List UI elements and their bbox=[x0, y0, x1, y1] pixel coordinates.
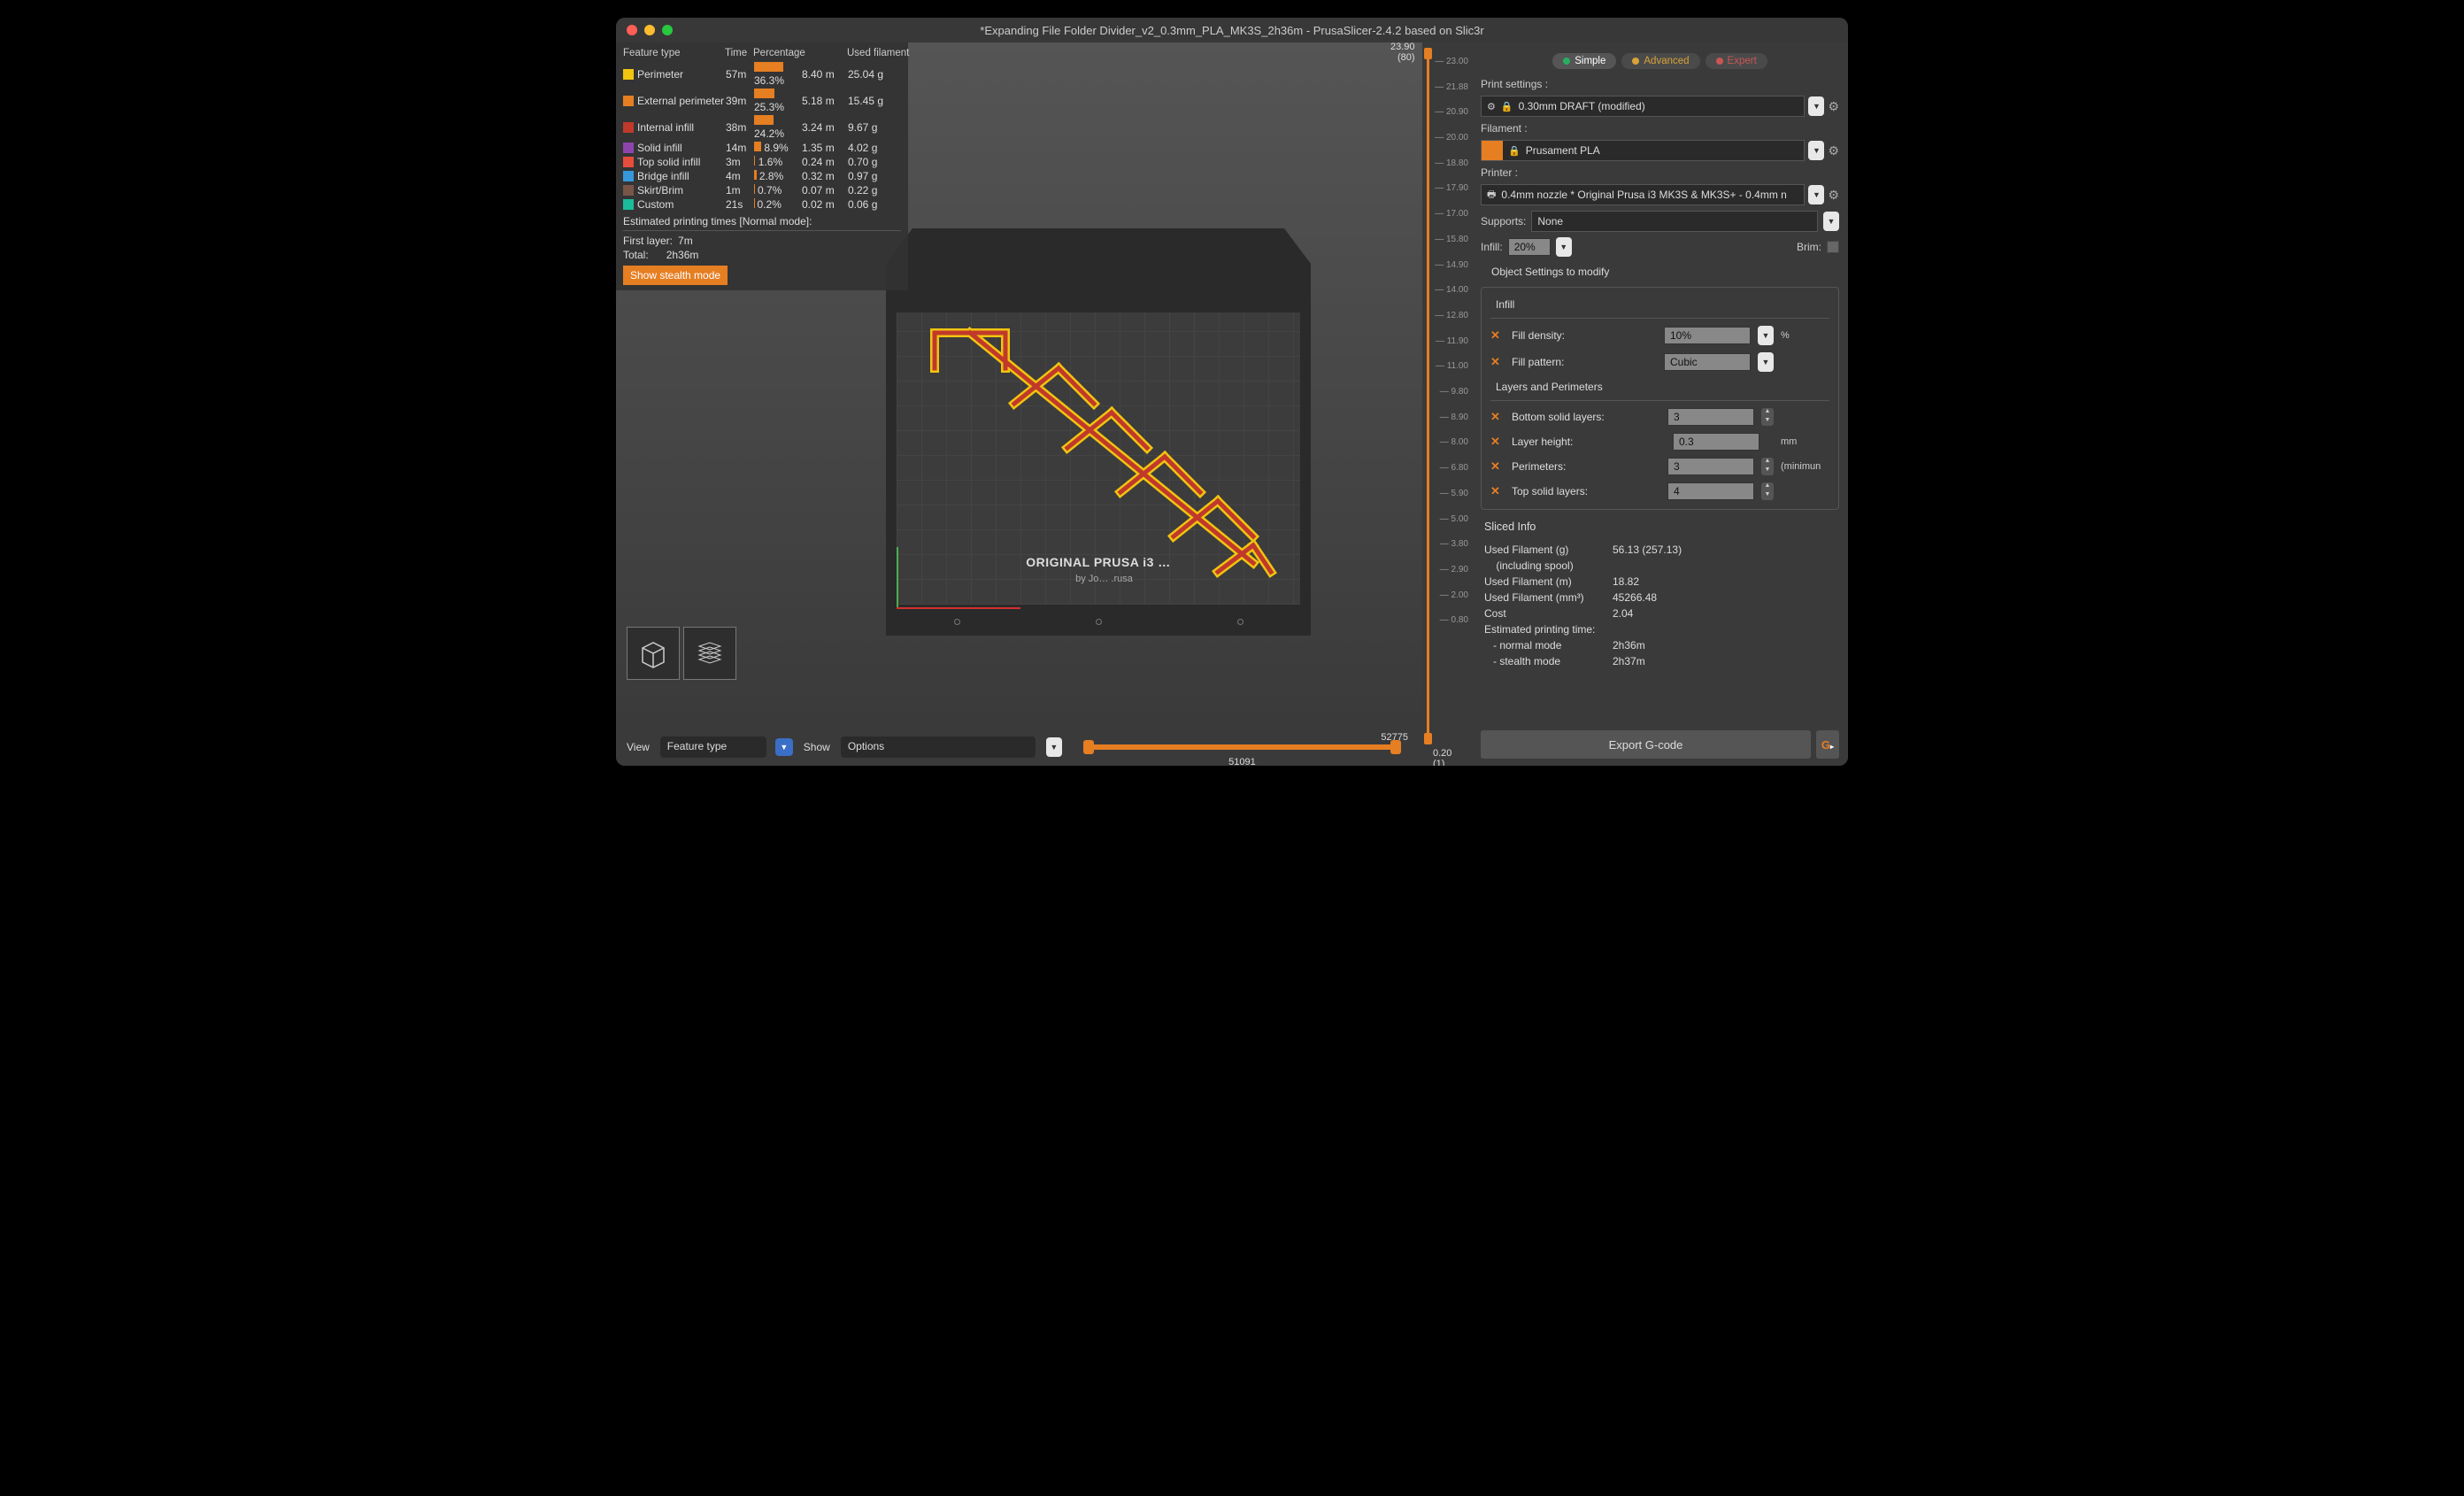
color-swatch bbox=[623, 185, 634, 196]
stats-row: Internal infill 38m 24.2% 3.24 m 9.67 g bbox=[623, 114, 901, 141]
stats-row: Skirt/Brim 1m 0.7% 0.07 m 0.22 g bbox=[623, 183, 901, 197]
spinner[interactable]: ▲▼ bbox=[1761, 458, 1774, 475]
right-panel: Simple Advanced Expert Print settings : … bbox=[1472, 42, 1848, 766]
sliced-info: Used Filament (g)56.13 (257.13) (includi… bbox=[1481, 542, 1839, 669]
mode-simple[interactable]: Simple bbox=[1552, 53, 1616, 69]
chevron-down-icon[interactable]: ▼ bbox=[1808, 141, 1824, 160]
print-settings-select[interactable]: ⚙🔒0.30mm DRAFT (modified) bbox=[1481, 96, 1805, 117]
mode-selector: Simple Advanced Expert bbox=[1481, 53, 1839, 69]
layer-slider[interactable]: 23.90(80) — 23.00— 21.88— 20.90— 20.00— … bbox=[1422, 42, 1472, 766]
color-swatch bbox=[623, 96, 634, 106]
stats-row: Custom 21s 0.2% 0.02 m 0.06 g bbox=[623, 197, 901, 212]
bottom-bar: View Feature type ▼ Show Options ▼ 52775… bbox=[616, 729, 1422, 766]
color-swatch bbox=[623, 122, 634, 133]
stats-header: Feature type Time Percentage Used filame… bbox=[623, 48, 901, 58]
revert-icon[interactable]: ✕ bbox=[1490, 355, 1505, 369]
model-preview bbox=[917, 315, 1289, 634]
show-stealth-button[interactable]: Show stealth mode bbox=[623, 266, 728, 285]
view-label: View bbox=[627, 741, 650, 753]
chevron-down-icon[interactable]: ▼ bbox=[1758, 352, 1774, 372]
app-window: *Expanding File Folder Divider_v2_0.3mm_… bbox=[616, 18, 1848, 766]
gear-icon: ⚙ bbox=[1487, 101, 1496, 112]
titlebar: *Expanding File Folder Divider_v2_0.3mm_… bbox=[616, 18, 1848, 42]
object-settings-title: Object Settings to modify bbox=[1491, 266, 1839, 278]
view-mode-buttons bbox=[627, 627, 736, 680]
stats-panel: Feature type Time Percentage Used filame… bbox=[616, 42, 908, 290]
chevron-down-icon[interactable]: ▼ bbox=[1556, 237, 1572, 257]
brim-label: Brim: bbox=[1797, 241, 1821, 253]
stats-row: Bridge infill 4m 2.8% 0.32 m 0.97 g bbox=[623, 169, 901, 183]
bed-sublabel: by Jo… .rusa bbox=[1075, 574, 1133, 584]
infill-label: Infill: bbox=[1481, 241, 1503, 253]
chevron-down-icon[interactable]: ▼ bbox=[1046, 737, 1062, 757]
minimize-icon[interactable] bbox=[644, 25, 655, 35]
color-swatch bbox=[623, 199, 634, 210]
spinner[interactable]: ▲▼ bbox=[1761, 408, 1774, 426]
horizontal-slider[interactable]: 52775 51091 bbox=[1083, 744, 1401, 750]
layer-height-input[interactable] bbox=[1673, 433, 1759, 451]
stats-row: Solid infill 14m 8.9% 1.35 m 4.02 g bbox=[623, 141, 901, 155]
gear-icon[interactable]: ⚙ bbox=[1828, 188, 1839, 203]
stats-row: Perimeter 57m 36.3% 8.40 m 25.04 g bbox=[623, 61, 901, 88]
main-area: Feature type Time Percentage Used filame… bbox=[616, 42, 1848, 766]
export-gcode-menu-button[interactable]: G▸ bbox=[1816, 730, 1839, 759]
view-3d-button[interactable] bbox=[627, 627, 680, 680]
estimated-times: Estimated printing times [Normal mode]: … bbox=[623, 215, 901, 262]
gear-icon[interactable]: ⚙ bbox=[1828, 143, 1839, 158]
show-select[interactable]: Options bbox=[841, 736, 1036, 758]
show-label: Show bbox=[804, 741, 830, 753]
brim-checkbox[interactable] bbox=[1827, 241, 1839, 253]
chevron-down-icon[interactable]: ▼ bbox=[1758, 326, 1774, 345]
object-settings-panel: Infill ✕ Fill density: ▼ % ✕ Fill patter… bbox=[1481, 287, 1839, 510]
export-gcode-button[interactable]: Export G-code bbox=[1481, 730, 1811, 759]
bottom-layers-input[interactable] bbox=[1667, 408, 1754, 426]
lock-icon: 🔒 bbox=[1508, 145, 1521, 157]
window-title: *Expanding File Folder Divider_v2_0.3mm_… bbox=[980, 24, 1483, 37]
revert-icon[interactable]: ✕ bbox=[1490, 435, 1505, 449]
print-bed: ORIGINAL PRUSA i3 … by Jo… .rusa bbox=[886, 228, 1311, 662]
chevron-down-icon[interactable]: ▼ bbox=[1808, 185, 1824, 204]
mode-advanced[interactable]: Advanced bbox=[1621, 53, 1699, 69]
chevron-down-icon[interactable]: ▼ bbox=[1808, 96, 1824, 116]
close-icon[interactable] bbox=[627, 25, 637, 35]
revert-icon[interactable]: ✕ bbox=[1490, 328, 1505, 343]
mode-expert[interactable]: Expert bbox=[1706, 53, 1767, 69]
fill-pattern-input[interactable] bbox=[1664, 353, 1751, 371]
printer-select[interactable]: 🖶0.4mm nozzle * Original Prusa i3 MK3S &… bbox=[1481, 184, 1805, 205]
supports-select[interactable]: None bbox=[1531, 211, 1818, 232]
print-settings-label: Print settings : bbox=[1481, 78, 1839, 90]
revert-icon[interactable]: ✕ bbox=[1490, 459, 1505, 474]
revert-icon[interactable]: ✕ bbox=[1490, 410, 1505, 424]
printer-icon: 🖶 bbox=[1487, 187, 1496, 204]
traffic-lights bbox=[627, 25, 673, 35]
bed-label: ORIGINAL PRUSA i3 … bbox=[1026, 555, 1171, 569]
filament-label: Filament : bbox=[1481, 122, 1839, 135]
left-pane: Feature type Time Percentage Used filame… bbox=[616, 42, 1422, 766]
filament-color-icon bbox=[1482, 141, 1503, 160]
filament-select[interactable]: 🔒Prusament PLA bbox=[1481, 140, 1805, 161]
fill-density-input[interactable] bbox=[1664, 327, 1751, 344]
stats-row: Top solid infill 3m 1.6% 0.24 m 0.70 g bbox=[623, 155, 901, 169]
infill-input[interactable] bbox=[1508, 238, 1551, 256]
revert-icon[interactable]: ✕ bbox=[1490, 484, 1505, 498]
color-swatch bbox=[623, 157, 634, 167]
lock-icon: 🔒 bbox=[1501, 101, 1513, 112]
stats-row: External perimeter 39m 25.3% 5.18 m 15.4… bbox=[623, 88, 901, 114]
maximize-icon[interactable] bbox=[662, 25, 673, 35]
color-swatch bbox=[623, 143, 634, 153]
supports-label: Supports: bbox=[1481, 215, 1526, 227]
top-layers-input[interactable] bbox=[1667, 482, 1754, 500]
perimeters-input[interactable] bbox=[1667, 458, 1754, 475]
chevron-down-icon[interactable]: ▼ bbox=[1823, 212, 1839, 231]
printer-label: Printer : bbox=[1481, 166, 1839, 179]
gear-icon[interactable]: ⚙ bbox=[1828, 99, 1839, 114]
spinner[interactable]: ▲▼ bbox=[1761, 482, 1774, 500]
color-swatch bbox=[623, 69, 634, 80]
color-swatch bbox=[623, 171, 634, 181]
view-layers-button[interactable] bbox=[683, 627, 736, 680]
view-select[interactable]: Feature type bbox=[660, 736, 766, 758]
sliced-info-title: Sliced Info bbox=[1484, 521, 1839, 533]
chevron-down-icon[interactable]: ▼ bbox=[775, 738, 793, 756]
